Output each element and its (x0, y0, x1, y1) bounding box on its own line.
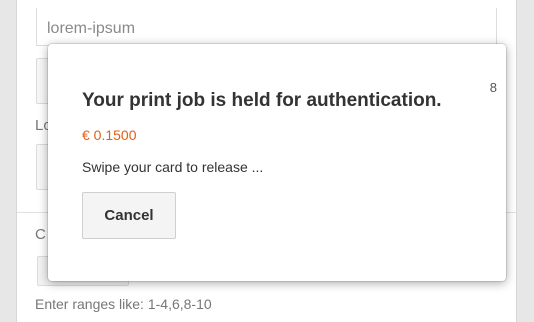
dialog-title: Your print job is held for authenticatio… (82, 90, 442, 111)
copies-label: C (35, 226, 46, 243)
release-instructions: Swipe your card to release ... (82, 159, 264, 175)
print-held-dialog: 8 Your print job is held for authenticat… (48, 44, 506, 281)
page-ranges-hint: Enter ranges like: 1-4,6,8-10 (35, 296, 212, 312)
top-input[interactable]: lorem-ipsum (36, 8, 497, 46)
dialog-counter: 8 (489, 80, 497, 95)
screen: lorem-ipsum Lo C Enter ranges like: 1-4,… (0, 0, 534, 322)
cancel-button[interactable]: Cancel (82, 192, 176, 239)
print-price: € 0.1500 (82, 127, 137, 143)
